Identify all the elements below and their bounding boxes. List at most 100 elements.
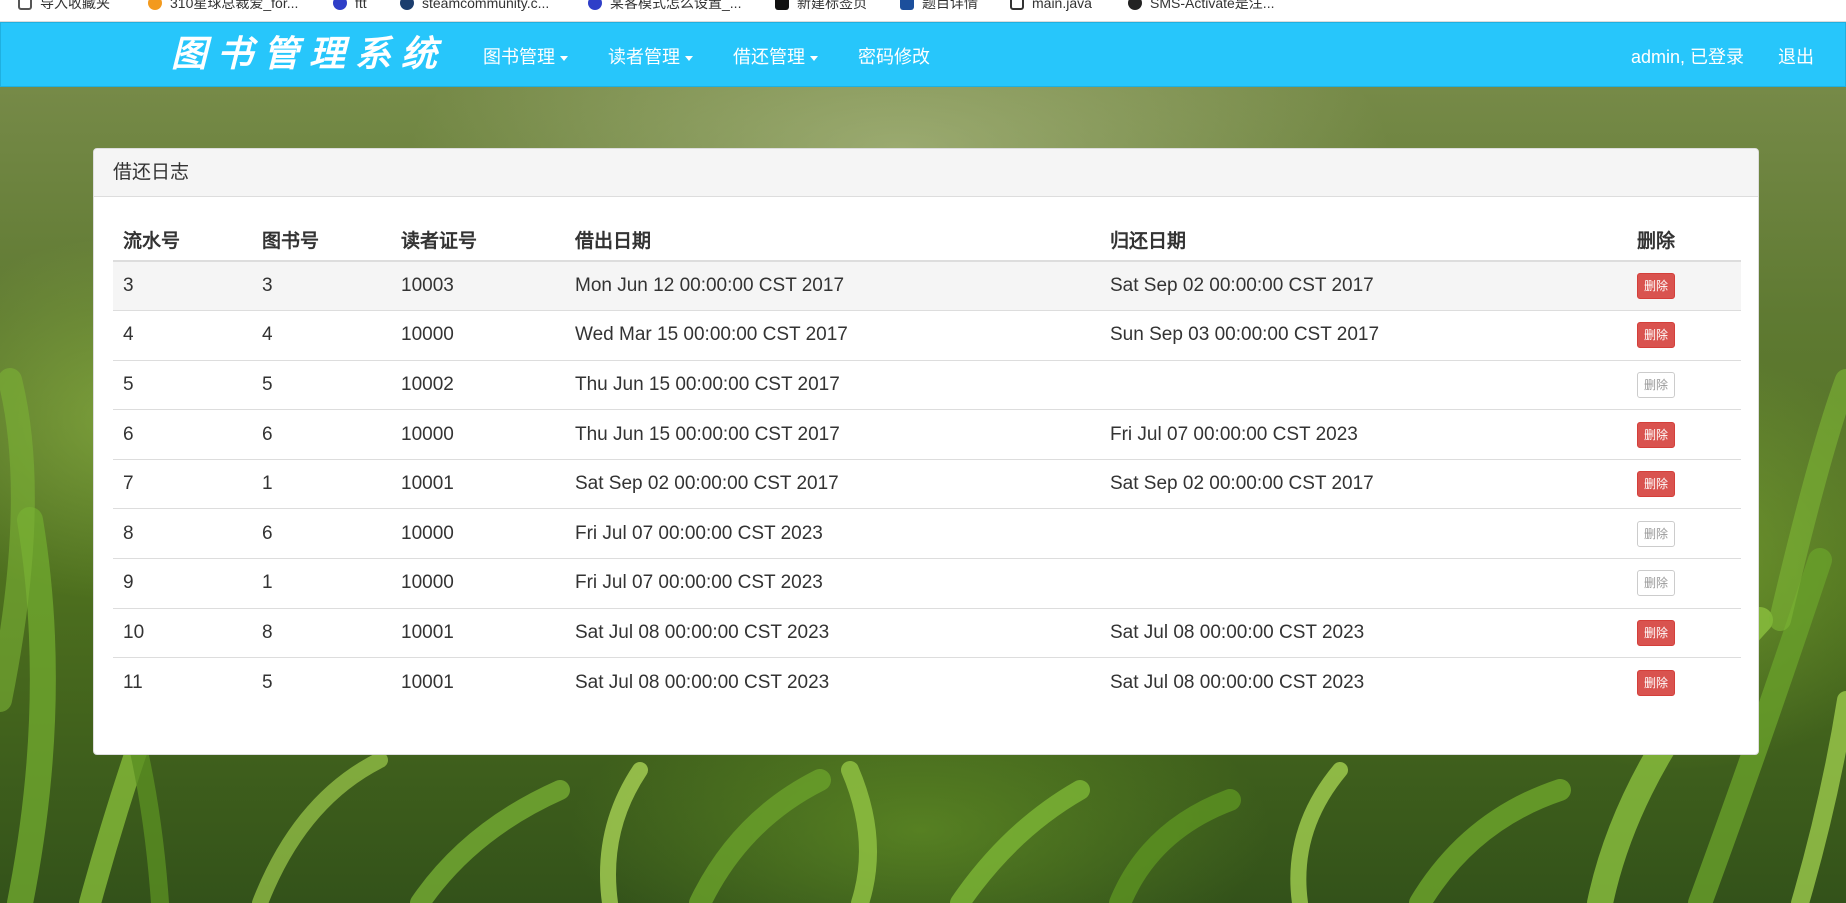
bookmark-label: 某客模式怎么设置_... xyxy=(610,0,742,11)
caret-down-icon xyxy=(810,55,818,61)
cell-reader-id: 10000 xyxy=(391,508,565,560)
file-icon xyxy=(1010,0,1024,10)
bookmark-label: 题目详情 xyxy=(922,0,978,11)
delete-button[interactable]: 删除 xyxy=(1637,471,1676,498)
bookmark-label: SMS-Activate是注... xyxy=(1150,0,1275,11)
delete-button[interactable]: 删除 xyxy=(1637,669,1676,696)
cell-delete: 删除 xyxy=(1627,558,1741,609)
nav-label: 读者管理 xyxy=(608,47,680,67)
cell-book-id: 5 xyxy=(252,360,391,411)
cell-serial: 9 xyxy=(113,558,252,609)
cell-lend-date: Fri Jul 07 00:00:00 CST 2023 xyxy=(565,508,1100,560)
cell-back-date: Fri Jul 07 00:00:00 CST 2023 xyxy=(1100,409,1627,460)
top-navbar: 图书管理系统 图书管理 读者管理 借还管理 密码修改 admin, 已登录 退出 xyxy=(0,22,1846,87)
steam-icon xyxy=(400,0,414,10)
cell-serial: 8 xyxy=(113,508,252,560)
cell-lend-date: Sat Sep 02 00:00:00 CST 2017 xyxy=(565,459,1100,510)
bookmark-item[interactable]: 某客模式怎么设置_... xyxy=(588,0,741,14)
github-icon xyxy=(1128,0,1142,10)
cell-reader-id: 10001 xyxy=(401,671,454,693)
logout-link[interactable]: 退出 xyxy=(1778,43,1814,69)
cell-book-id: 1 xyxy=(252,459,391,510)
nav-password-change[interactable]: 密码修改 xyxy=(858,43,930,69)
col-delete: 删除 xyxy=(1627,219,1741,262)
cell-book-id: 4 xyxy=(252,310,391,361)
table-row: 5 5 10002 Thu Jun 15 00:00:00 CST 2017 删除 xyxy=(113,360,1741,411)
cell-serial: 6 xyxy=(113,409,252,460)
cell-lend-date: Fri Jul 07 00:00:00 CST 2023 xyxy=(565,558,1100,609)
cell-reader-id: 10000 xyxy=(391,558,565,609)
table-row: 3 3 10003 Mon Jun 12 00:00:00 CST 2017 Sat S… xyxy=(113,261,1741,312)
cell-delete: 删除 xyxy=(1627,459,1741,510)
nav-label: 密码修改 xyxy=(858,47,930,67)
cell-lend-date: Sat Jul 08 00:00:00 CST 2023 xyxy=(565,608,1100,659)
cell-reader-id: 10001 xyxy=(391,459,565,510)
table-header-row: 流水号 图书号 读者证号 借出日期 归还日期 删除 xyxy=(113,219,1741,262)
bookmark-item[interactable]: 题目详情 xyxy=(900,0,978,14)
cell-serial: 11 xyxy=(123,671,143,693)
cell-book-id: 3 xyxy=(252,261,391,312)
cell-serial: 7 xyxy=(113,459,252,510)
cell-back-date xyxy=(1100,558,1627,609)
cell-lend-date: Wed Mar 15 00:00:00 CST 2017 xyxy=(565,310,1100,361)
delete-button[interactable]: 删除 xyxy=(1637,371,1676,398)
delete-button[interactable]: 删除 xyxy=(1637,619,1676,646)
table-row: 11 5 10001 Sat Jul 08 00:00:00 CST 2023 Sat … xyxy=(113,658,1741,708)
delete-button[interactable]: 删除 xyxy=(1637,273,1676,300)
bookmark-label: 导入收藏夹 xyxy=(40,0,110,11)
cell-back-date: Sat Sep 02 00:00:00 CST 2017 xyxy=(1100,261,1627,312)
cell-reader-id: 10000 xyxy=(391,310,565,361)
table-row: 4 4 10000 Wed Mar 15 00:00:00 CST 2017 Sun S… xyxy=(113,310,1741,361)
bookmark-item[interactable]: steamcommunity.c... xyxy=(400,0,549,14)
table-row: 6 6 10000 Thu Jun 15 00:00:00 CST 2017 Fri J… xyxy=(113,409,1741,460)
baidu-paw-icon xyxy=(588,0,602,10)
user-status[interactable]: admin, 已登录 xyxy=(1631,43,1744,69)
cell-serial: 10 xyxy=(113,608,252,659)
nav-book-management[interactable]: 图书管理 xyxy=(483,43,568,69)
cell-reader-id: 10003 xyxy=(391,261,565,312)
delete-button[interactable]: 删除 xyxy=(1637,570,1676,597)
cell-delete: 删除 xyxy=(1627,261,1741,312)
cell-back-date: Sat Jul 08 00:00:00 CST 2023 xyxy=(1100,608,1627,659)
bookmark-item[interactable]: ftt xyxy=(333,0,367,14)
orange-fox-icon xyxy=(148,0,162,10)
bookmark-item[interactable]: 导入收藏夹 xyxy=(18,0,110,14)
cell-book-id: 8 xyxy=(252,608,391,659)
nav-label: 图书管理 xyxy=(483,47,555,67)
brand-logo[interactable]: 图书管理系统 xyxy=(171,30,447,78)
table-row: 9 1 10000 Fri Jul 07 00:00:00 CST 2023 删除 xyxy=(113,558,1741,609)
table-row: 8 6 10000 Fri Jul 07 00:00:00 CST 2023 删除 xyxy=(113,508,1741,560)
delete-button[interactable]: 删除 xyxy=(1637,322,1676,349)
cell-reader-id: 10002 xyxy=(391,360,565,411)
col-lend-date: 借出日期 xyxy=(565,219,1100,262)
cell-delete: 删除 xyxy=(1627,310,1741,361)
cell-back-date: Sat Jul 08 00:00:00 CST 2023 xyxy=(1110,671,1365,693)
cell-reader-id: 10001 xyxy=(391,608,565,659)
cell-back-date xyxy=(1100,508,1627,560)
cell-book-id: 6 xyxy=(252,508,391,560)
cell-lend-date: Sat Jul 08 00:00:00 CST 2023 xyxy=(575,671,830,693)
cell-delete: 删除 xyxy=(1627,658,1741,708)
bookmark-item[interactable]: 310星球总裁爱_for... xyxy=(148,0,298,14)
cell-back-date: Sun Sep 03 00:00:00 CST 2017 xyxy=(1100,310,1627,361)
bookmark-item[interactable]: SMS-Activate是注... xyxy=(1128,0,1274,14)
bookmark-label: ftt xyxy=(355,0,367,11)
delete-button[interactable]: 删除 xyxy=(1637,421,1676,448)
bookmark-label: 310星球总裁爱_for... xyxy=(170,0,299,11)
bookmark-item[interactable]: 新建标签页 xyxy=(775,0,867,14)
cell-delete: 删除 xyxy=(1627,409,1741,460)
import-icon xyxy=(18,0,32,10)
bookmark-label: steamcommunity.c... xyxy=(422,0,550,11)
cell-reader-id: 10000 xyxy=(391,409,565,460)
cell-serial: 5 xyxy=(113,360,252,411)
bookmark-label: main.java xyxy=(1032,0,1092,11)
bookmark-item[interactable]: main.java xyxy=(1010,0,1092,14)
cell-book-id: 1 xyxy=(252,558,391,609)
baidu-paw-icon xyxy=(333,0,347,10)
delete-button[interactable]: 删除 xyxy=(1637,520,1676,547)
cell-back-date: Sat Sep 02 00:00:00 CST 2017 xyxy=(1100,459,1627,510)
cell-delete: 删除 xyxy=(1627,360,1741,411)
nav-reader-management[interactable]: 读者管理 xyxy=(608,43,693,69)
panel-title: 借还日志 xyxy=(94,149,1758,197)
nav-lend-management[interactable]: 借还管理 xyxy=(733,43,818,69)
